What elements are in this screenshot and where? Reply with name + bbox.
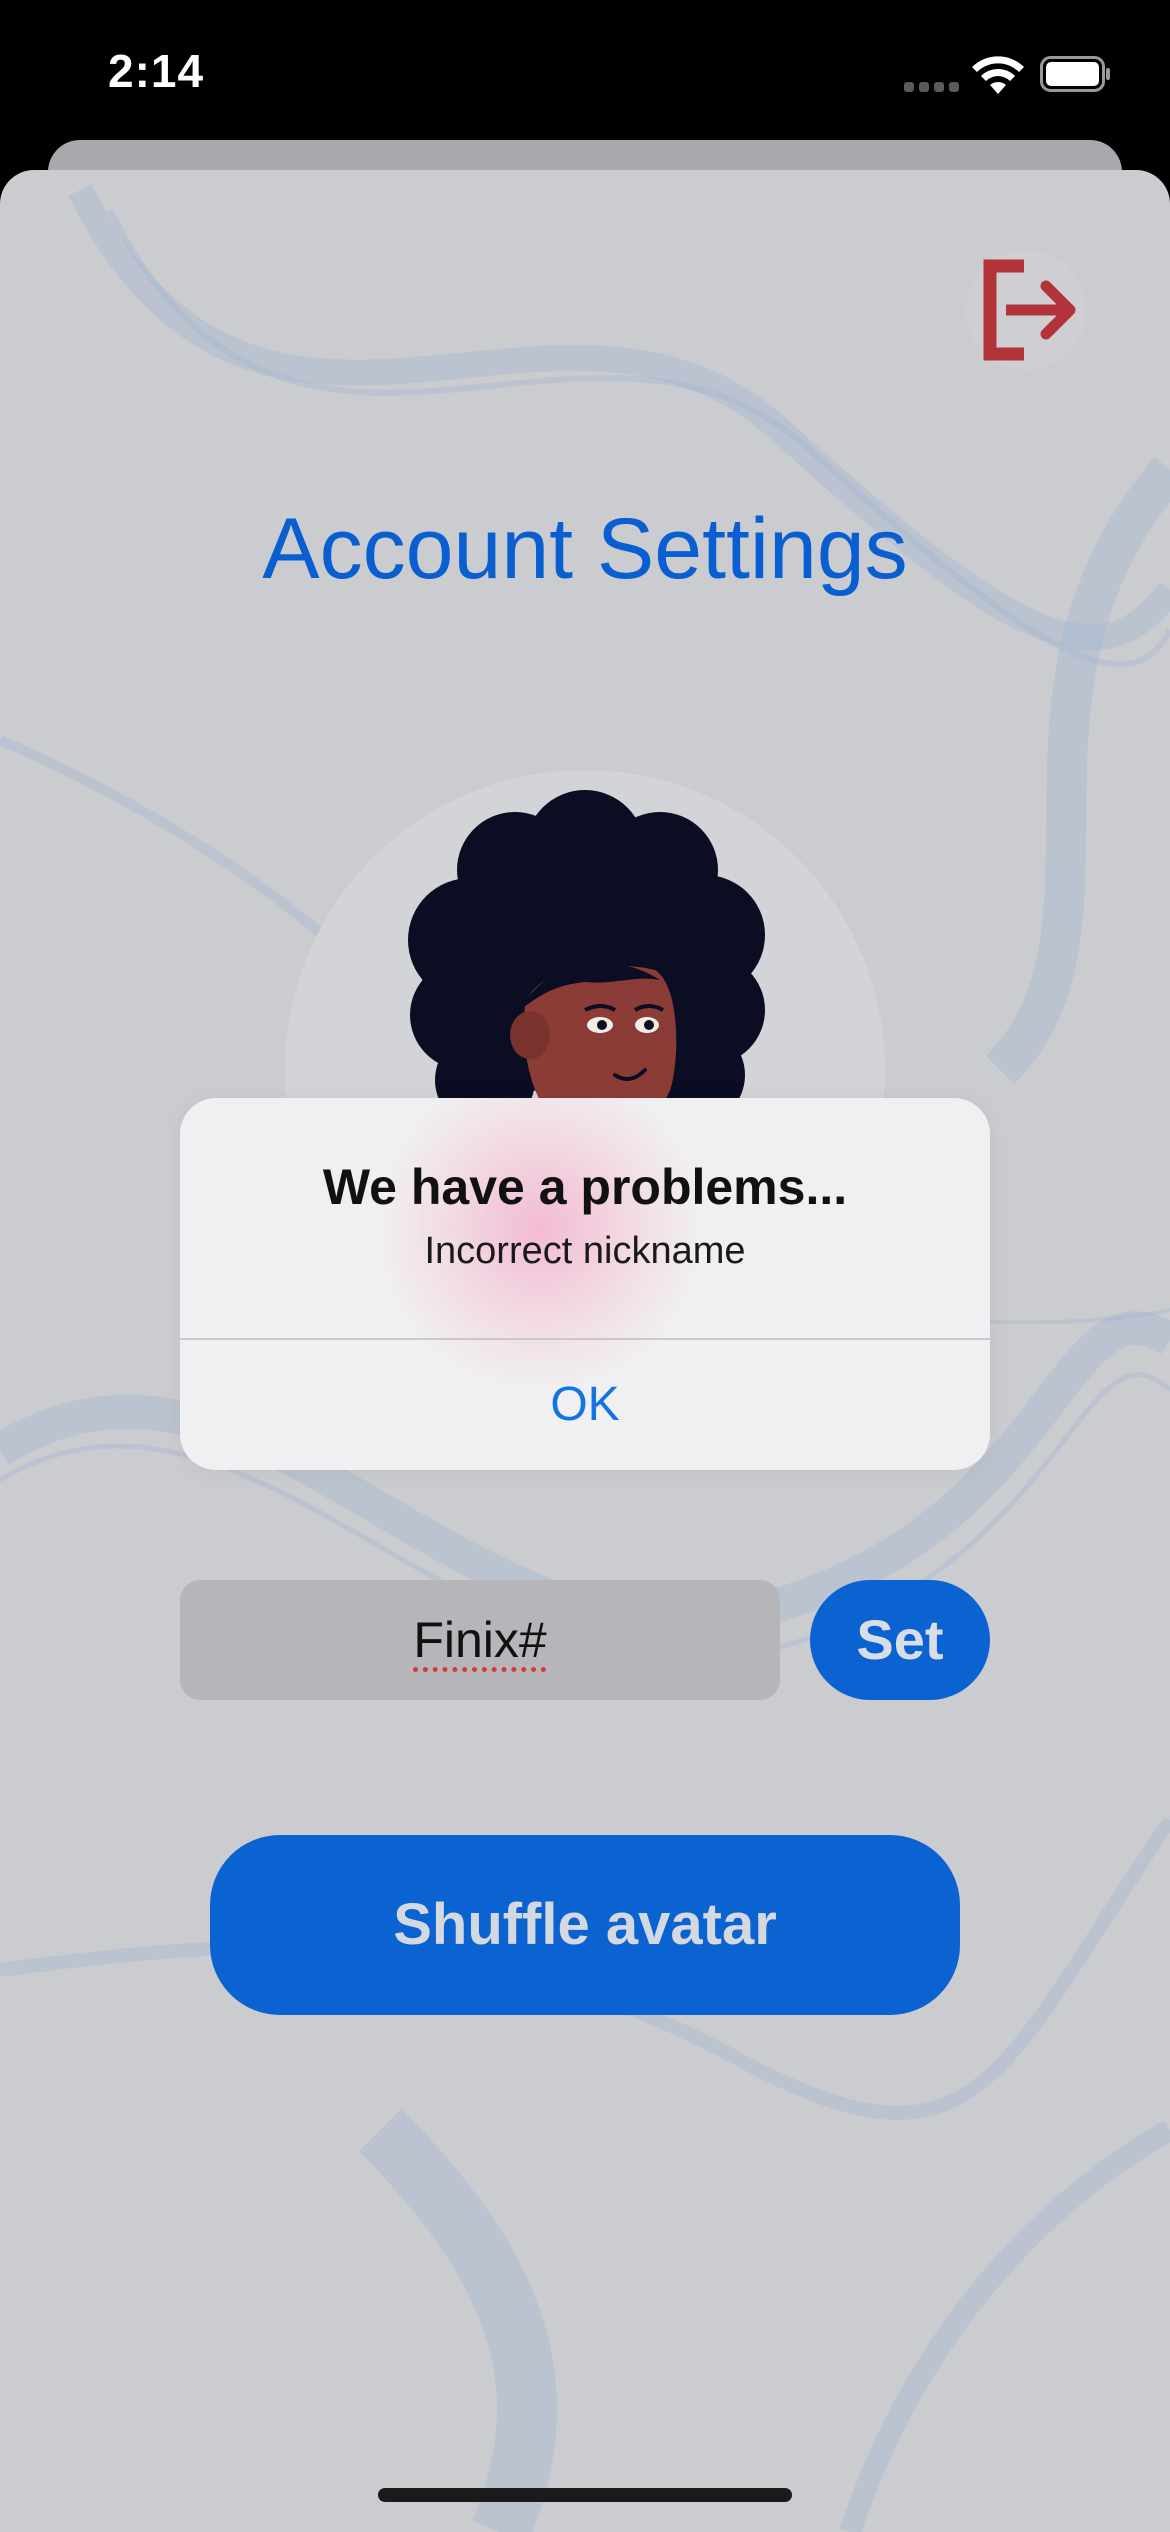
shuffle-avatar-button[interactable]: Shuffle avatar: [210, 1835, 960, 2015]
alert-title: We have a problems...: [322, 1159, 848, 1215]
set-nickname-button[interactable]: Set: [810, 1580, 990, 1700]
alert-message: Incorrect nickname: [424, 1230, 746, 1272]
nickname-input[interactable]: Finix#: [180, 1580, 780, 1700]
nickname-value: Finix#: [413, 1612, 547, 1668]
battery-icon: [1040, 56, 1110, 92]
status-bar: 2:14: [0, 0, 1170, 140]
error-alert: We have a problems... Incorrect nickname…: [180, 1098, 990, 1470]
app-screen: 2:14 Account Settings Finix# Set Shuffle…: [0, 0, 1170, 2532]
cellular-signal-icon: [904, 82, 960, 94]
wifi-icon: [972, 56, 1024, 94]
page-title: Account Settings: [262, 501, 908, 597]
status-time: 2:14: [108, 45, 205, 97]
alert-ok-button[interactable]: OK: [180, 1340, 990, 1470]
logout-icon: [983, 259, 1076, 361]
logout-button[interactable]: [966, 250, 1086, 370]
home-indicator[interactable]: [378, 2488, 792, 2502]
